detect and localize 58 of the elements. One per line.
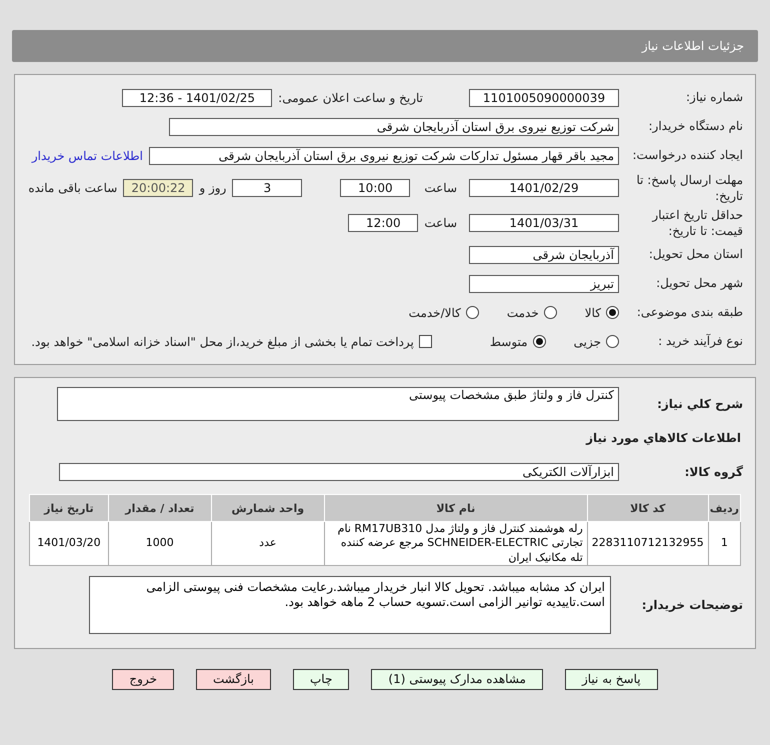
- goods-group-field: ابزارآلات الکتریکی: [59, 463, 619, 481]
- radio-label: جزیی: [574, 334, 601, 348]
- radio-label: متوسط: [490, 334, 528, 348]
- field-label: گروه کالا:: [684, 464, 744, 480]
- field-label: استان محل تحویل:: [648, 246, 744, 263]
- field-label: ساعت: [424, 181, 457, 195]
- deadline-date-field: 1401/02/29: [469, 179, 619, 197]
- field-label: طبقه بندی موضوعی:: [636, 304, 744, 321]
- description-field: کنترل فاز و ولتاژ طبق مشخصات پیوستی: [57, 387, 619, 421]
- column-header: نام کالا: [324, 494, 588, 522]
- radio-label: کالا/خدمت: [408, 306, 461, 320]
- announce-date-field: 1401/02/25 - 12:36: [122, 88, 272, 106]
- action-button[interactable]: بازگشت: [196, 668, 271, 690]
- table-cell: 1: [708, 522, 740, 566]
- action-button[interactable]: پاسخ به نیاز: [564, 668, 658, 690]
- column-header: ردیف: [708, 494, 740, 522]
- creator-field: مجید باقر قهار مسئول تدارکات شرکت توزیع نیروی برق استان آذربایجان شرقی: [149, 146, 619, 164]
- days-field: 3: [232, 179, 302, 197]
- validity-time-field: 12:00: [348, 214, 418, 232]
- table-cell: 1000: [108, 522, 212, 566]
- field-label: توضیحات خریدار:: [640, 596, 744, 613]
- table-cell: رله هوشمند کنترل فاز و ولتاژ مدل RM17UB310 نام تجارتی SCHNEIDER-ELECTRIC مرجع عرضه کننده تله مکانیک ایران: [324, 522, 588, 566]
- checkbox-label: پرداخت تمام یا بخشی از مبلغ خرید،از محل "اسناد خزانه اسلامی" خواهد بود.: [31, 334, 414, 348]
- field-label: نوع فرآیند خرید :: [657, 333, 744, 350]
- action-button[interactable]: خروج: [112, 668, 174, 690]
- action-button[interactable]: مشاهده مدارک پیوستی (1): [371, 668, 543, 690]
- field-label: شهر محل تحویل:: [655, 275, 744, 292]
- validity-date-field: 1401/03/31: [469, 214, 619, 232]
- field-label: ساعت: [424, 216, 457, 230]
- radio-label: خدمت: [506, 306, 539, 320]
- column-header: تاریخ نیاز: [30, 494, 108, 522]
- deadline-time-field: 10:00: [340, 179, 410, 197]
- field-label: شرح کلي نياز:: [656, 396, 744, 412]
- field-label: حداقل تاریخ اعتبار قیمت: تا تاریخ:: [650, 206, 744, 240]
- field-label: نام دستگاه خریدار:: [648, 118, 744, 135]
- column-header: کد کالا: [587, 494, 708, 522]
- field-label: ایجاد کننده درخواست:: [631, 147, 744, 164]
- table-cell: عدد: [211, 522, 324, 566]
- action-button[interactable]: چاپ: [293, 668, 350, 690]
- page-title: جزئیات اطلاعات نیاز: [642, 39, 744, 53]
- remaining-time-field: 20:00:22: [123, 179, 194, 197]
- field-label: مهلت ارسال پاسخ: تا تاریخ:: [635, 172, 744, 204]
- buyer-contact-link[interactable]: اطلاعات تماس خریدار: [32, 148, 143, 162]
- section-heading: اطلاعات کالاهاي مورد نياز: [586, 431, 742, 445]
- field-label: تاریخ و ساعت اعلان عمومی:: [278, 90, 423, 104]
- column-header: واحد شمارش: [211, 494, 324, 522]
- table-cell: 2283110712132955: [587, 522, 708, 566]
- field-label: شماره نیاز:: [685, 89, 744, 106]
- buyer-notes-field: ایران کد مشابه میباشد. تحویل کالا انبار خریدار میباشد.رعایت مشخصات فنی پیوستی الزامی است.تاییدیه توانیر الزامی است.تسویه حساب 2 ماهه خواهد بود.: [89, 576, 611, 634]
- buyer-org-field: شرکت توزیع نیروی برق استان آذربایجان شرقی: [169, 118, 619, 136]
- radio-label: کالا: [584, 306, 601, 320]
- city-field: تبریز: [469, 274, 619, 292]
- column-header: تعداد / مقدار: [108, 494, 212, 522]
- field-label: ساعت باقی مانده: [28, 181, 118, 195]
- need-number-field: 1101005090000039: [469, 88, 619, 106]
- province-field: آذربایجان شرقی: [469, 246, 619, 264]
- field-label: روز و: [199, 181, 226, 195]
- table-cell: 1401/03/20: [30, 522, 108, 566]
